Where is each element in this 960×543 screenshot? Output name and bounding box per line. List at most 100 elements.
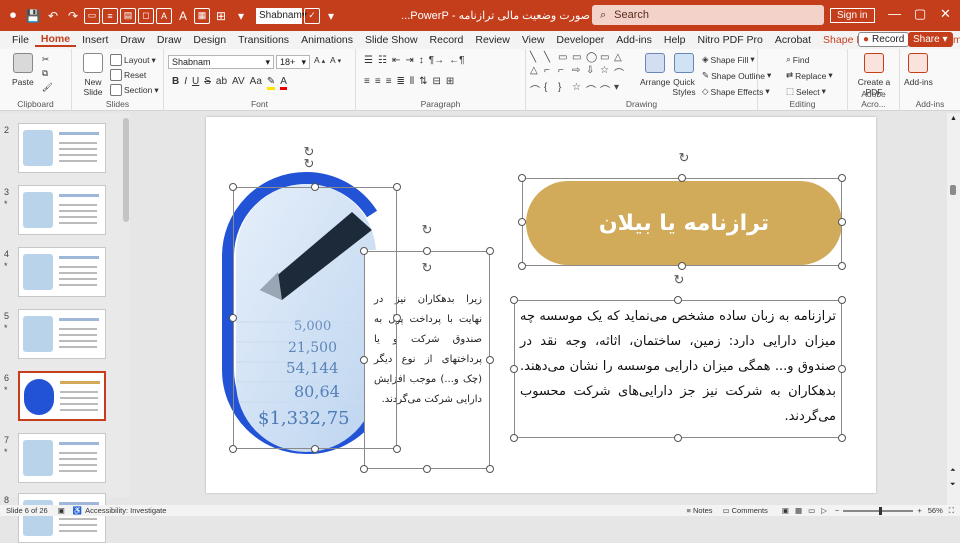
maximize-icon[interactable]: ▢: [914, 6, 926, 22]
new-slide-button[interactable]: New Slide: [80, 53, 106, 97]
align-text-icon[interactable]: ⊟: [433, 76, 441, 87]
shrink-font-icon[interactable]: A ▾: [330, 55, 341, 65]
line-spacing-icon[interactable]: ↕: [419, 55, 424, 66]
replace-button[interactable]: ⇄ Replace ▾: [786, 70, 833, 81]
from-start-icon[interactable]: ≡: [102, 7, 118, 24]
zoom-in-icon[interactable]: +: [917, 506, 921, 515]
shape-icon[interactable]: ◻: [138, 7, 154, 24]
resize-handle[interactable]: [678, 262, 686, 270]
resize-handle[interactable]: [486, 356, 494, 364]
resize-handle[interactable]: [360, 247, 368, 255]
scroll-prev-icon[interactable]: ⏶: [950, 467, 956, 475]
tab-draw[interactable]: Draw: [114, 34, 151, 46]
thumbnails-scrollbar[interactable]: [123, 118, 129, 222]
resize-handle[interactable]: [311, 445, 319, 453]
resize-handle[interactable]: [393, 183, 401, 191]
columns-icon[interactable]: ⫴: [410, 76, 414, 87]
rtl-icon[interactable]: ←¶: [449, 55, 464, 66]
accessibility-status[interactable]: Accessibility: Investigate: [85, 506, 166, 515]
align-center-icon[interactable]: ≡: [375, 76, 381, 87]
addins-button[interactable]: Add-ins: [904, 53, 933, 87]
sorter-view-icon[interactable]: ▦: [795, 506, 802, 515]
tab-review[interactable]: Review: [469, 34, 515, 46]
resize-handle[interactable]: [838, 218, 846, 226]
tab-nitro-pdf-pro[interactable]: Nitro PDF Pro: [692, 34, 769, 46]
zoom-slider[interactable]: [843, 506, 914, 515]
scroll-up-icon[interactable]: ▲: [950, 115, 957, 122]
resize-handle[interactable]: [838, 174, 846, 182]
redo-icon[interactable]: ↷: [64, 7, 82, 25]
resize-handle[interactable]: [678, 174, 686, 182]
resize-handle[interactable]: [229, 314, 237, 322]
save-icon[interactable]: 💾: [24, 7, 42, 25]
bullets-icon[interactable]: ☰: [364, 55, 373, 66]
resize-handle[interactable]: [674, 296, 682, 304]
font-color-icon[interactable]: A: [174, 7, 192, 25]
record-button[interactable]: ● Record: [858, 32, 910, 47]
zoom-level[interactable]: 56%: [928, 506, 943, 515]
resize-handle[interactable]: [360, 465, 368, 473]
resize-handle[interactable]: [393, 445, 401, 453]
quick-styles-button[interactable]: Quick Styles: [672, 53, 696, 97]
fit-slide-icon[interactable]: ⛶: [949, 506, 954, 516]
align-left-icon[interactable]: ≡: [364, 76, 370, 87]
qat-check-icon[interactable]: ✓: [304, 7, 320, 24]
resize-handle[interactable]: [510, 296, 518, 304]
resize-handle[interactable]: [229, 445, 237, 453]
select-button[interactable]: ⬚ Select ▾: [786, 86, 826, 97]
tab-view[interactable]: View: [516, 34, 551, 46]
font-name-select[interactable]: Shabnam ▾: [168, 55, 274, 69]
slide-thumbnail[interactable]: [18, 123, 106, 173]
scroll-thumb[interactable]: [950, 185, 956, 195]
numbering-icon[interactable]: ☷: [378, 55, 387, 66]
tab-slide-show[interactable]: Slide Show: [359, 34, 424, 46]
resize-handle[interactable]: [311, 183, 319, 191]
paste-button[interactable]: Paste: [12, 53, 34, 87]
align-right-icon[interactable]: ≡: [386, 76, 392, 87]
search-input[interactable]: ⌕ Search: [592, 5, 824, 25]
resize-handle[interactable]: [838, 296, 846, 304]
tab-help[interactable]: Help: [658, 34, 692, 46]
decrease-indent-icon[interactable]: ⇤: [392, 55, 400, 66]
rotate-handle-icon[interactable]: ↻: [302, 156, 316, 172]
font-color-icon[interactable]: A: [280, 76, 287, 90]
rotate-handle-icon[interactable]: ↻: [677, 150, 691, 166]
comments-button[interactable]: Comments: [732, 506, 768, 515]
resize-handle[interactable]: [360, 356, 368, 364]
rotate-handle-icon[interactable]: ↻: [672, 272, 686, 288]
notes-button[interactable]: Notes: [693, 506, 713, 515]
slide-thumbnail[interactable]: [18, 433, 106, 483]
tab-developer[interactable]: Developer: [550, 34, 610, 46]
underline-button[interactable]: U: [192, 76, 199, 90]
bold-button[interactable]: B: [172, 76, 179, 90]
tab-draw[interactable]: Draw: [151, 34, 188, 46]
resize-handle[interactable]: [510, 365, 518, 373]
resize-handle[interactable]: [393, 314, 401, 322]
undo-icon[interactable]: ↶: [44, 7, 62, 25]
smartart-icon[interactable]: ⊞: [446, 76, 454, 87]
qat-customize-icon[interactable]: ▾: [322, 7, 340, 25]
qat-font-select[interactable]: Shabnam ▾: [256, 7, 307, 24]
reset-button[interactable]: Reset: [110, 69, 146, 81]
strikethrough-button[interactable]: S: [204, 76, 211, 90]
resize-handle[interactable]: [518, 174, 526, 182]
slide-thumbnail[interactable]: [18, 247, 106, 297]
format-painter-icon[interactable]: 🖌: [42, 82, 53, 93]
sign-in-button[interactable]: Sign in: [830, 8, 875, 23]
autosave-icon[interactable]: ⏺: [4, 7, 22, 25]
slide-thumbnail[interactable]: [18, 371, 106, 421]
close-icon[interactable]: ✕: [940, 6, 951, 22]
spacing-button[interactable]: AV: [232, 76, 245, 90]
tab-home[interactable]: Home: [34, 33, 77, 47]
copy-icon[interactable]: ⧉: [42, 68, 48, 79]
resize-handle[interactable]: [838, 365, 846, 373]
normal-view-icon[interactable]: ▣: [782, 506, 789, 515]
resize-handle[interactable]: [486, 465, 494, 473]
resize-handle[interactable]: [518, 218, 526, 226]
tab-record[interactable]: Record: [424, 34, 470, 46]
scroll-next-icon[interactable]: ⏷: [950, 481, 956, 489]
arrange-button[interactable]: Arrange: [640, 53, 670, 87]
slide-thumbnail[interactable]: [18, 309, 106, 359]
resize-handle[interactable]: [229, 183, 237, 191]
text-direction-icon[interactable]: ⇅: [419, 76, 427, 87]
